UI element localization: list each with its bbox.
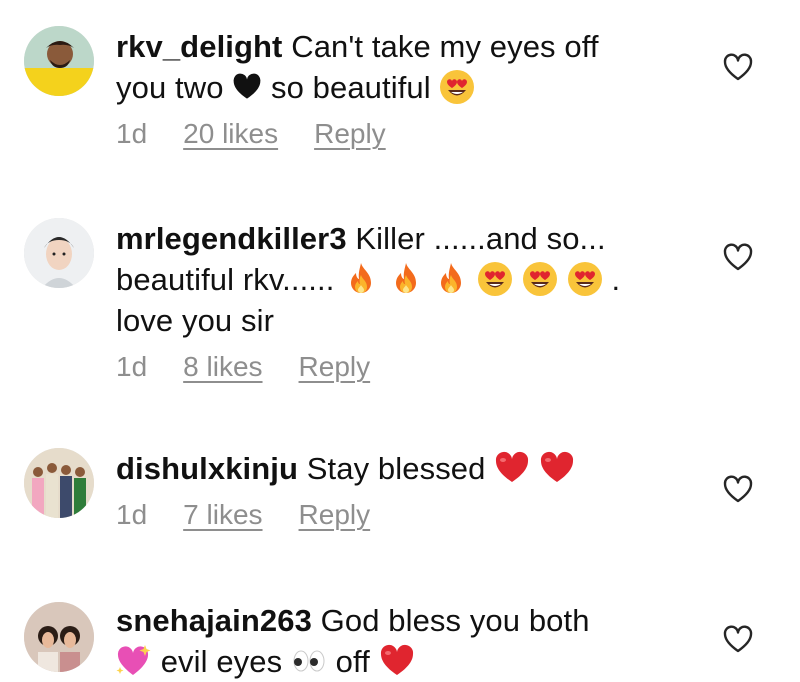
comment-username[interactable]: dishulxkinju	[116, 451, 298, 486]
heart-outline-icon[interactable]	[722, 242, 754, 272]
fire-emoji	[433, 261, 469, 297]
comment-text-part: off	[335, 644, 370, 679]
comment-meta: 1d 7 likes Reply	[116, 499, 696, 531]
avatar[interactable]	[24, 218, 94, 288]
heart-eyes-emoji	[439, 69, 475, 105]
comment-username[interactable]: mrlegendkiller3	[116, 221, 347, 256]
reply-button[interactable]: Reply	[299, 351, 371, 383]
avatar[interactable]	[24, 602, 94, 672]
heart-eyes-emoji	[477, 261, 513, 297]
reply-button[interactable]: Reply	[314, 118, 386, 150]
heart-outline-icon[interactable]	[722, 624, 754, 654]
comment-text-part: beautiful rkv......	[116, 262, 335, 297]
red-heart-emoji	[539, 450, 575, 486]
heart-eyes-emoji	[522, 261, 558, 297]
comment-text: snehajain263 God bless you both evil eye…	[116, 600, 696, 682]
comment-likes-link[interactable]: 20 likes	[183, 118, 278, 150]
comment-text: rkv_delight Can't take my eyes off you t…	[116, 26, 696, 108]
comment-text-part: Can't take my eyes off	[291, 29, 599, 64]
comment-meta: 1d 8 likes Reply	[116, 351, 696, 383]
fire-emoji	[343, 261, 379, 297]
eyes-emoji	[291, 643, 327, 679]
comment-meta: 1d 20 likes Reply	[116, 118, 696, 150]
heart-outline-icon[interactable]	[722, 52, 754, 82]
comment-username[interactable]: rkv_delight	[116, 29, 282, 64]
comment-text-part: so beautiful	[270, 70, 431, 105]
avatar[interactable]	[24, 26, 94, 96]
comment-time: 1d	[116, 118, 148, 149]
heart-eyes-emoji	[567, 261, 603, 297]
comment-text-part: Stay blessed	[306, 451, 486, 486]
comment-time: 1d	[116, 499, 148, 530]
comment-username[interactable]: snehajain263	[116, 603, 312, 638]
comment-likes-link[interactable]: 8 likes	[183, 351, 262, 383]
comment-text-part: you two	[116, 70, 224, 105]
avatar[interactable]	[24, 448, 94, 518]
red-heart-emoji	[379, 643, 415, 679]
comment-text-part: .	[611, 262, 621, 297]
comment-text-part: evil eyes	[160, 644, 283, 679]
comment-text: mrlegendkiller3 Killer ......and so... b…	[116, 218, 696, 341]
heart-outline-icon[interactable]	[722, 474, 754, 504]
comment-likes-link[interactable]: 7 likes	[183, 499, 262, 531]
reply-button[interactable]: Reply	[299, 499, 371, 531]
comment-time: 1d	[116, 351, 148, 382]
fire-emoji	[388, 261, 424, 297]
comment-text-part: God bless you both	[320, 603, 590, 638]
black-heart-emoji	[232, 72, 262, 102]
comment-text-part: love you sir	[116, 303, 274, 338]
red-heart-emoji	[494, 450, 530, 486]
sparkling-heart-emoji	[116, 643, 152, 679]
comment-text-part: Killer ......and so...	[355, 221, 606, 256]
comment-text: dishulxkinju Stay blessed	[116, 448, 696, 489]
